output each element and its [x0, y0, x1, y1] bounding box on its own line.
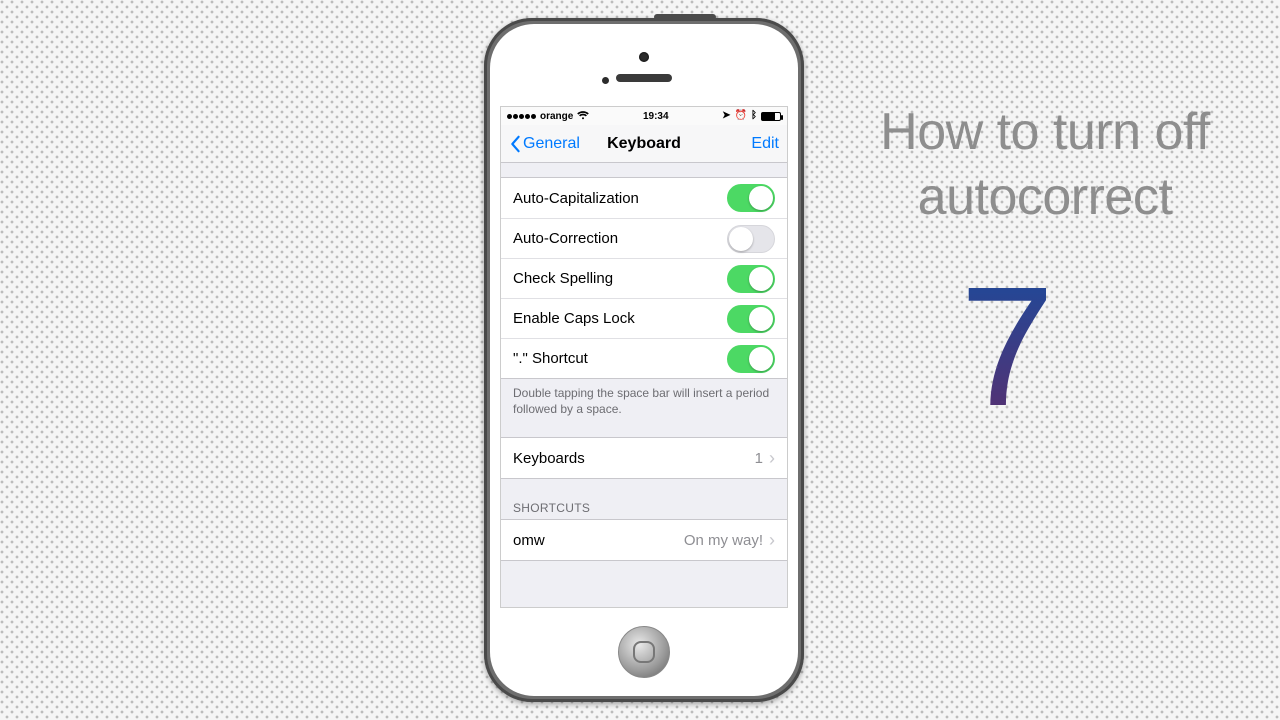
- device-screen: orange 19:34 ➤ ⏰ ᛒ General: [500, 106, 788, 608]
- shortcut-value: On my way!: [684, 532, 763, 549]
- keyboards-label: Keyboards: [513, 450, 585, 467]
- tutorial-headline: How to turn off autocorrect: [860, 100, 1230, 230]
- setting-row: Enable Caps Lock: [501, 298, 787, 338]
- shortcut-row[interactable]: omw On my way! ›: [501, 520, 787, 560]
- alarm-icon: ⏰: [735, 111, 747, 121]
- back-button[interactable]: General: [509, 135, 580, 153]
- chevron-left-icon: [509, 135, 521, 153]
- edit-button[interactable]: Edit: [751, 135, 779, 153]
- shortcuts-header: SHORTCUTS: [501, 501, 787, 519]
- proximity-sensor: [602, 77, 609, 84]
- setting-row: "." Shortcut: [501, 338, 787, 378]
- setting-row: Auto-Capitalization: [501, 178, 787, 218]
- toggle-switch[interactable]: [727, 184, 775, 212]
- location-icon: ➤: [722, 111, 730, 121]
- setting-row: Auto-Correction: [501, 218, 787, 258]
- headline-line1: How to turn off: [880, 103, 1210, 161]
- ios7-glyph: 7: [960, 262, 1120, 432]
- home-button[interactable]: [618, 626, 670, 678]
- back-label: General: [523, 135, 580, 153]
- chevron-right-icon: ›: [769, 449, 775, 467]
- chevron-right-icon: ›: [769, 531, 775, 549]
- status-bar: orange 19:34 ➤ ⏰ ᛒ: [501, 107, 787, 125]
- iphone-shell: orange 19:34 ➤ ⏰ ᛒ General: [484, 18, 804, 702]
- battery-icon: [761, 112, 781, 121]
- status-time: 19:34: [643, 111, 669, 122]
- setting-label: Enable Caps Lock: [513, 310, 635, 327]
- setting-label: Auto-Correction: [513, 230, 618, 247]
- signal-dots-icon: [507, 114, 536, 119]
- headline-line2: autocorrect: [918, 168, 1173, 226]
- setting-row: Check Spelling: [501, 258, 787, 298]
- keyboards-group: Keyboards 1 ›: [501, 437, 787, 479]
- ios7-badge: 7: [960, 270, 1120, 460]
- ear-speaker: [616, 74, 672, 82]
- keyboards-count: 1: [755, 450, 763, 467]
- shortcuts-group: omw On my way! ›: [501, 519, 787, 561]
- shortcut-key: omw: [513, 532, 545, 549]
- toggle-switch[interactable]: [727, 225, 775, 253]
- shortcut-footer-text: Double tapping the space bar will insert…: [501, 379, 787, 417]
- wifi-icon: [577, 110, 589, 123]
- nav-bar: General Keyboard Edit: [501, 125, 787, 163]
- keyboards-row[interactable]: Keyboards 1 ›: [501, 438, 787, 478]
- power-button-nub: [654, 14, 716, 20]
- toggle-switch[interactable]: [727, 345, 775, 373]
- toggle-switch[interactable]: [727, 305, 775, 333]
- setting-label: Auto-Capitalization: [513, 190, 639, 207]
- setting-label: "." Shortcut: [513, 350, 588, 367]
- bluetooth-icon: ᛒ: [751, 111, 757, 121]
- setting-label: Check Spelling: [513, 270, 613, 287]
- carrier-label: orange: [540, 111, 573, 122]
- front-camera: [639, 52, 649, 62]
- toggle-switch[interactable]: [727, 265, 775, 293]
- settings-toggle-group: Auto-Capitalization Auto-Correction Check …: [501, 177, 787, 379]
